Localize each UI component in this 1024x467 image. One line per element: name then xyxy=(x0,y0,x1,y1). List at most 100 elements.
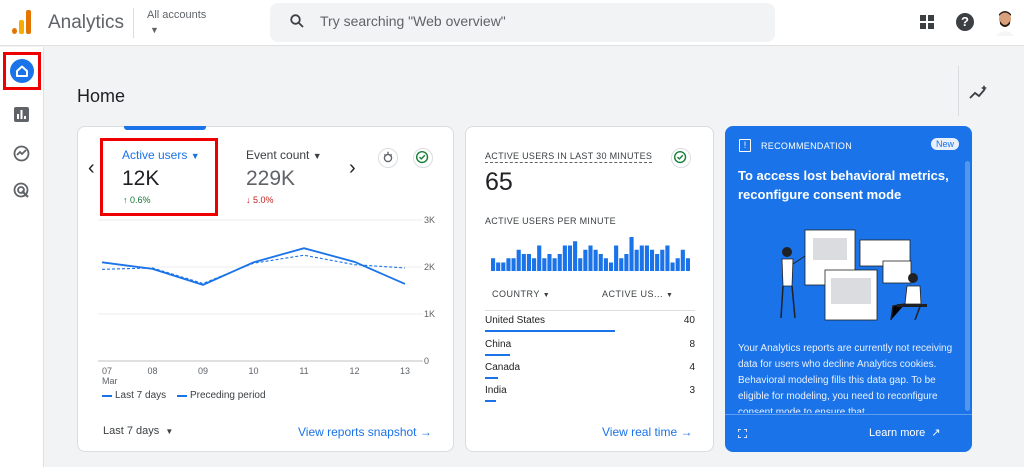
per-minute-bar xyxy=(598,254,603,271)
per-minute-bar xyxy=(680,249,685,271)
link-text[interactable]: View reports snapshot xyxy=(298,425,417,439)
arrow-down-icon: ↓ xyxy=(246,195,251,205)
per-minute-bar xyxy=(614,245,619,271)
arrow-up-icon: ↑ xyxy=(123,195,128,205)
per-minute-bar xyxy=(624,254,629,271)
chevron-right-icon[interactable]: › xyxy=(349,157,356,180)
reports-icon[interactable] xyxy=(13,106,30,123)
share-bar xyxy=(485,330,616,332)
view-real-time-link[interactable]: View real time → xyxy=(602,425,692,439)
arrow-right-icon[interactable]: → xyxy=(420,425,432,439)
metric-label[interactable]: Event count xyxy=(246,148,309,162)
table-row[interactable]: India 3 xyxy=(485,385,695,409)
open-external-icon[interactable]: ↗ xyxy=(931,427,940,439)
caret-down-icon[interactable]: ▼ xyxy=(313,151,322,161)
x-tick-label: 13 xyxy=(400,366,410,376)
x-tick-label: 10 xyxy=(248,366,258,376)
link-text[interactable]: View real time xyxy=(602,425,677,439)
caret-down-icon[interactable]: ▼ xyxy=(150,25,159,35)
chevron-left-icon[interactable]: ‹ xyxy=(88,157,95,180)
country-column-header[interactable]: COUNTRY ▼ xyxy=(492,289,550,299)
date-range-selector[interactable]: Last 7 days ▼ xyxy=(103,425,173,437)
search-input[interactable] xyxy=(320,13,740,29)
country-value: 40 xyxy=(683,315,695,326)
per-minute-bar xyxy=(501,262,506,271)
table-row[interactable]: United States 40 xyxy=(485,315,695,339)
per-minute-bar xyxy=(547,254,552,271)
insights-icon[interactable] xyxy=(969,84,989,102)
country-name[interactable]: China xyxy=(485,339,511,350)
account-selector[interactable]: All accounts xyxy=(147,9,206,21)
x-tick-label: 12 xyxy=(349,366,359,376)
analytics-logo[interactable] xyxy=(12,10,34,34)
country-name[interactable]: India xyxy=(485,385,507,396)
metric-tab-event-count[interactable]: Event count ▼ xyxy=(246,148,322,162)
link-text[interactable]: Learn more xyxy=(869,427,925,439)
anomaly-icon[interactable] xyxy=(378,148,398,168)
check-circle-icon[interactable] xyxy=(671,148,691,168)
explore-icon[interactable] xyxy=(13,145,30,162)
date-range-label[interactable]: Last 7 days xyxy=(103,425,159,437)
view-reports-snapshot-link[interactable]: View reports snapshot → xyxy=(298,425,432,439)
per-minute-bar xyxy=(526,254,532,271)
caret-down-icon[interactable]: ▼ xyxy=(165,427,173,436)
apps-grid-icon[interactable] xyxy=(920,15,934,29)
column-label[interactable]: COUNTRY xyxy=(492,289,540,299)
table-row[interactable]: China 8 xyxy=(485,339,695,363)
caret-down-icon[interactable]: ▼ xyxy=(191,151,200,161)
column-label[interactable]: ACTIVE US... xyxy=(602,289,663,299)
country-name[interactable]: Canada xyxy=(485,362,520,373)
per-minute-bar xyxy=(583,249,588,271)
x-tick-label: 09 xyxy=(198,366,208,376)
legend-current: Last 7 days xyxy=(115,390,167,401)
scrollbar[interactable] xyxy=(965,161,970,411)
people-illustration xyxy=(780,229,927,321)
recommendation-footer-divider xyxy=(725,414,972,415)
search-bar[interactable] xyxy=(270,3,775,42)
country-value: 8 xyxy=(689,339,695,350)
top-bar: Analytics All accounts ▼ ? xyxy=(0,0,1024,46)
recommendation-title: To access lost behavioral metrics, recon… xyxy=(738,168,949,202)
share-bar xyxy=(485,354,511,356)
country-name[interactable]: United States xyxy=(485,315,545,326)
share-bar xyxy=(485,377,498,379)
per-minute-bar xyxy=(665,245,670,271)
advertising-icon[interactable] xyxy=(13,182,30,199)
per-minute-bar xyxy=(521,254,526,271)
x-tick-label: 07 xyxy=(102,366,112,376)
page-title: Home xyxy=(77,86,126,106)
learn-more-link[interactable]: Learn more ↗ xyxy=(869,426,941,439)
active-users-column-header[interactable]: ACTIVE US... ▼ xyxy=(602,289,673,299)
y-tick-label: 3K xyxy=(424,215,435,225)
help-icon[interactable]: ? xyxy=(956,13,974,31)
nav-home-highlight[interactable] xyxy=(3,52,41,90)
recommendation-body: Your Analytics reports are currently not… xyxy=(738,343,953,413)
expand-icon[interactable] xyxy=(738,429,747,438)
check-circle-icon[interactable] xyxy=(413,148,433,168)
caret-down-icon[interactable]: ▼ xyxy=(666,292,673,299)
avatar[interactable] xyxy=(994,10,1016,36)
per-minute-bar xyxy=(644,245,649,271)
table-row[interactable]: Canada 4 xyxy=(485,362,695,386)
y-tick-label: 1K xyxy=(424,309,435,319)
x-tick-label: 08 xyxy=(147,366,157,376)
left-nav-rail xyxy=(0,47,44,467)
per-minute-bar xyxy=(537,245,542,271)
per-minute-bar xyxy=(660,249,665,271)
arrow-right-icon[interactable]: → xyxy=(680,425,692,439)
caret-down-icon[interactable]: ▼ xyxy=(543,292,550,299)
home-icon[interactable] xyxy=(10,59,34,83)
table-divider xyxy=(485,310,695,311)
per-minute-title: ACTIVE USERS PER MINUTE xyxy=(485,216,616,226)
per-minute-bar xyxy=(629,237,634,271)
per-minute-bar xyxy=(619,258,624,271)
metric-tab-active-users[interactable]: Active users ▼ xyxy=(122,148,200,162)
metric-label[interactable]: Active users xyxy=(122,148,187,162)
per-minute-bar xyxy=(491,258,496,271)
app-title[interactable]: Analytics xyxy=(48,12,124,34)
share-bar xyxy=(485,400,496,402)
overview-card: ‹ › Active users ▼ 12K ↑ 0.6% Event coun… xyxy=(77,126,454,452)
per-minute-bar xyxy=(588,245,593,271)
insights-divider xyxy=(958,66,959,116)
realtime-title[interactable]: ACTIVE USERS IN LAST 30 MINUTES xyxy=(485,151,653,163)
